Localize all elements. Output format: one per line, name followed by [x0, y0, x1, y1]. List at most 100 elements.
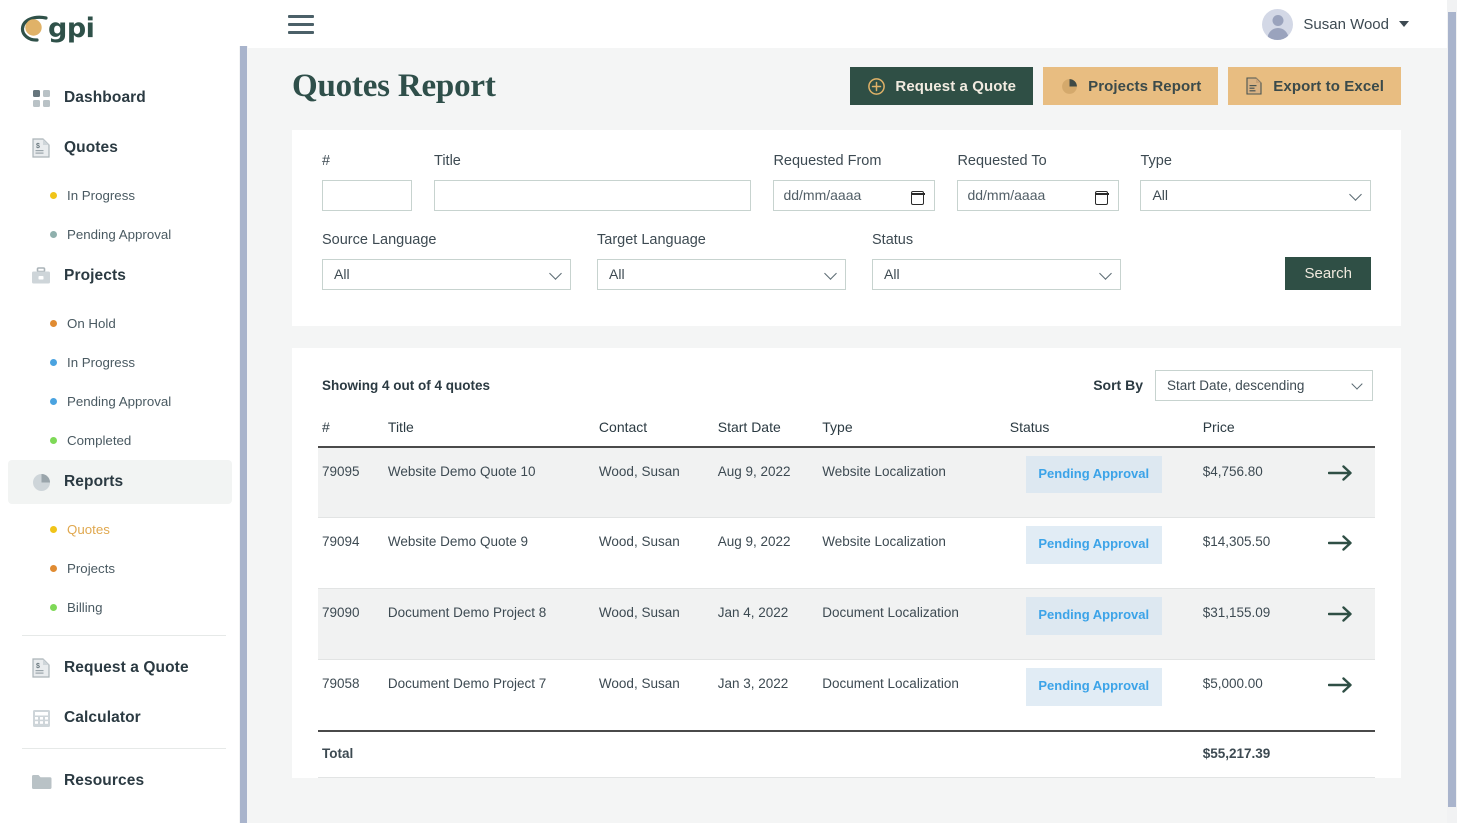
table-row[interactable]: 79090 Document Demo Project 8 Wood, Susa…: [318, 589, 1375, 660]
dot-icon: [50, 192, 57, 199]
hamburger-icon[interactable]: [288, 15, 314, 34]
filters-row-2: Source Language Target Language Status: [322, 233, 1371, 290]
cell-number: 79090: [318, 589, 388, 660]
sidebar-item-blog[interactable]: Blog: [8, 809, 232, 823]
sort-by-select[interactable]: [1155, 370, 1373, 401]
caret-down-icon[interactable]: [1399, 21, 1409, 27]
type-select[interactable]: [1140, 180, 1371, 211]
projects-report-button[interactable]: Projects Report: [1043, 67, 1218, 105]
search-button[interactable]: Search: [1285, 257, 1371, 290]
sidebar-item-dashboard[interactable]: Dashboard: [8, 76, 232, 120]
cell-title: Website Demo Quote 9: [388, 518, 599, 589]
grid-dots-icon: [30, 87, 52, 109]
table-row[interactable]: 79095 Website Demo Quote 10 Wood, Susan …: [318, 447, 1375, 518]
sidebar-subitem-projects-on-hold[interactable]: On Hold: [0, 304, 248, 343]
sidebar-subitem-label: On Hold: [67, 316, 116, 331]
filter-source-language: Source Language: [322, 233, 571, 290]
svg-text:$: $: [36, 663, 40, 670]
sidebar-item-label: Quotes: [64, 139, 118, 157]
export-to-excel-button[interactable]: Export to Excel: [1228, 67, 1401, 105]
user-menu[interactable]: Susan Wood: [1262, 9, 1409, 40]
main-area: Susan Wood Quotes Report Request a Quote: [248, 0, 1457, 823]
filter-number-label: #: [322, 154, 412, 170]
main-scrollbar[interactable]: [1447, 0, 1457, 823]
plus-circle-icon: [867, 77, 885, 95]
sidebar-item-label: Reports: [64, 473, 123, 491]
sidebar-scrollbar[interactable]: [239, 46, 248, 823]
row-detail-arrow-icon[interactable]: [1328, 534, 1354, 555]
gpi-logo-icon: [20, 14, 50, 42]
total-price: $55,217.39: [1203, 731, 1329, 778]
cell-price: $4,756.80: [1203, 447, 1329, 518]
cell-type: Document Localization: [822, 660, 1009, 731]
sidebar-item-resources[interactable]: Resources: [8, 759, 232, 803]
cell-contact: Wood, Susan: [599, 447, 718, 518]
sidebar-subitem-reports-projects[interactable]: Projects: [0, 549, 248, 588]
number-input[interactable]: [322, 180, 412, 211]
sidebar-subitem-quotes-in-progress[interactable]: In Progress: [0, 176, 248, 215]
sidebar-subitem-label: In Progress: [67, 355, 135, 370]
sidebar-item-calculator[interactable]: Calculator: [8, 696, 232, 740]
sidebar-subitem-reports-quotes[interactable]: Quotes: [0, 510, 248, 549]
quotes-table: # Title Contact Start Date Type Status P…: [318, 419, 1375, 778]
document-dollar-icon: $: [30, 137, 52, 159]
sort-by-label: Sort By: [1093, 377, 1143, 393]
sidebar-subitem-projects-completed[interactable]: Completed: [0, 421, 248, 460]
column-header-status: Status: [1010, 419, 1203, 447]
button-label: Export to Excel: [1273, 78, 1384, 95]
sidebar-subitem-quotes-pending-approval[interactable]: Pending Approval: [0, 215, 248, 254]
sidebar-item-quotes[interactable]: $ Quotes: [8, 126, 232, 170]
cell-price: $14,305.50: [1203, 518, 1329, 589]
sidebar-subitem-projects-pending-approval[interactable]: Pending Approval: [0, 382, 248, 421]
filter-status-label: Status: [872, 233, 1121, 249]
sidebar-item-label: Projects: [64, 267, 126, 285]
filter-requested-to: Requested To: [957, 154, 1119, 211]
row-detail-arrow-icon[interactable]: [1328, 676, 1354, 697]
row-detail-arrow-icon[interactable]: [1328, 605, 1354, 626]
source-language-select[interactable]: [322, 259, 571, 290]
cell-contact: Wood, Susan: [599, 660, 718, 731]
requested-from-input[interactable]: [773, 180, 935, 211]
column-header-type: Type: [822, 419, 1009, 447]
filter-requested-to-label: Requested To: [957, 154, 1119, 170]
dot-icon: [50, 398, 57, 405]
dot-icon: [50, 526, 57, 533]
sidebar-divider: [22, 748, 226, 749]
sort-by-control: Sort By: [1093, 370, 1373, 401]
table-row[interactable]: 79058 Document Demo Project 7 Wood, Susa…: [318, 660, 1375, 731]
target-language-select[interactable]: [597, 259, 846, 290]
sidebar-item-request-a-quote[interactable]: $ Request a Quote: [8, 646, 232, 690]
requested-to-input[interactable]: [957, 180, 1119, 211]
topbar: Susan Wood: [248, 0, 1457, 48]
button-label: Projects Report: [1088, 78, 1201, 95]
page-content: Quotes Report Request a Quote Projects R…: [248, 48, 1447, 823]
column-header-contact: Contact: [599, 419, 718, 447]
request-a-quote-button[interactable]: Request a Quote: [850, 67, 1033, 105]
main-scrollbar-thumb[interactable]: [1448, 12, 1456, 807]
sidebar-nav: Dashboard $ Quotes In Progress Pending A…: [0, 56, 248, 823]
sidebar-subitem-label: Completed: [67, 433, 131, 448]
avatar: [1262, 9, 1293, 40]
sidebar-item-reports[interactable]: Reports: [8, 460, 232, 504]
app-root: gpi Dashboard $ Quotes In Progress: [0, 0, 1457, 823]
table-body: 79095 Website Demo Quote 10 Wood, Susan …: [318, 447, 1375, 731]
status-select[interactable]: [872, 259, 1121, 290]
row-detail-arrow-icon[interactable]: [1328, 464, 1354, 485]
results-card: Showing 4 out of 4 quotes Sort By # Tit: [292, 348, 1401, 778]
sidebar-subitem-reports-billing[interactable]: Billing: [0, 588, 248, 627]
pie-chart-icon: [30, 471, 52, 493]
cell-title: Document Demo Project 7: [388, 660, 599, 731]
sidebar-scrollbar-thumb[interactable]: [240, 46, 247, 823]
dot-icon: [50, 565, 57, 572]
cell-price: $5,000.00: [1203, 660, 1329, 731]
sidebar-item-projects[interactable]: Projects: [8, 254, 232, 298]
sidebar-subitem-label: Projects: [67, 561, 115, 576]
title-input[interactable]: [434, 180, 751, 211]
logo[interactable]: gpi: [0, 0, 248, 56]
filter-type-label: Type: [1140, 154, 1371, 170]
sidebar-subitem-projects-in-progress[interactable]: In Progress: [0, 343, 248, 382]
dot-icon: [50, 359, 57, 366]
table-row[interactable]: 79094 Website Demo Quote 9 Wood, Susan A…: [318, 518, 1375, 589]
filter-requested-from: Requested From: [773, 154, 935, 211]
dot-icon: [50, 437, 57, 444]
